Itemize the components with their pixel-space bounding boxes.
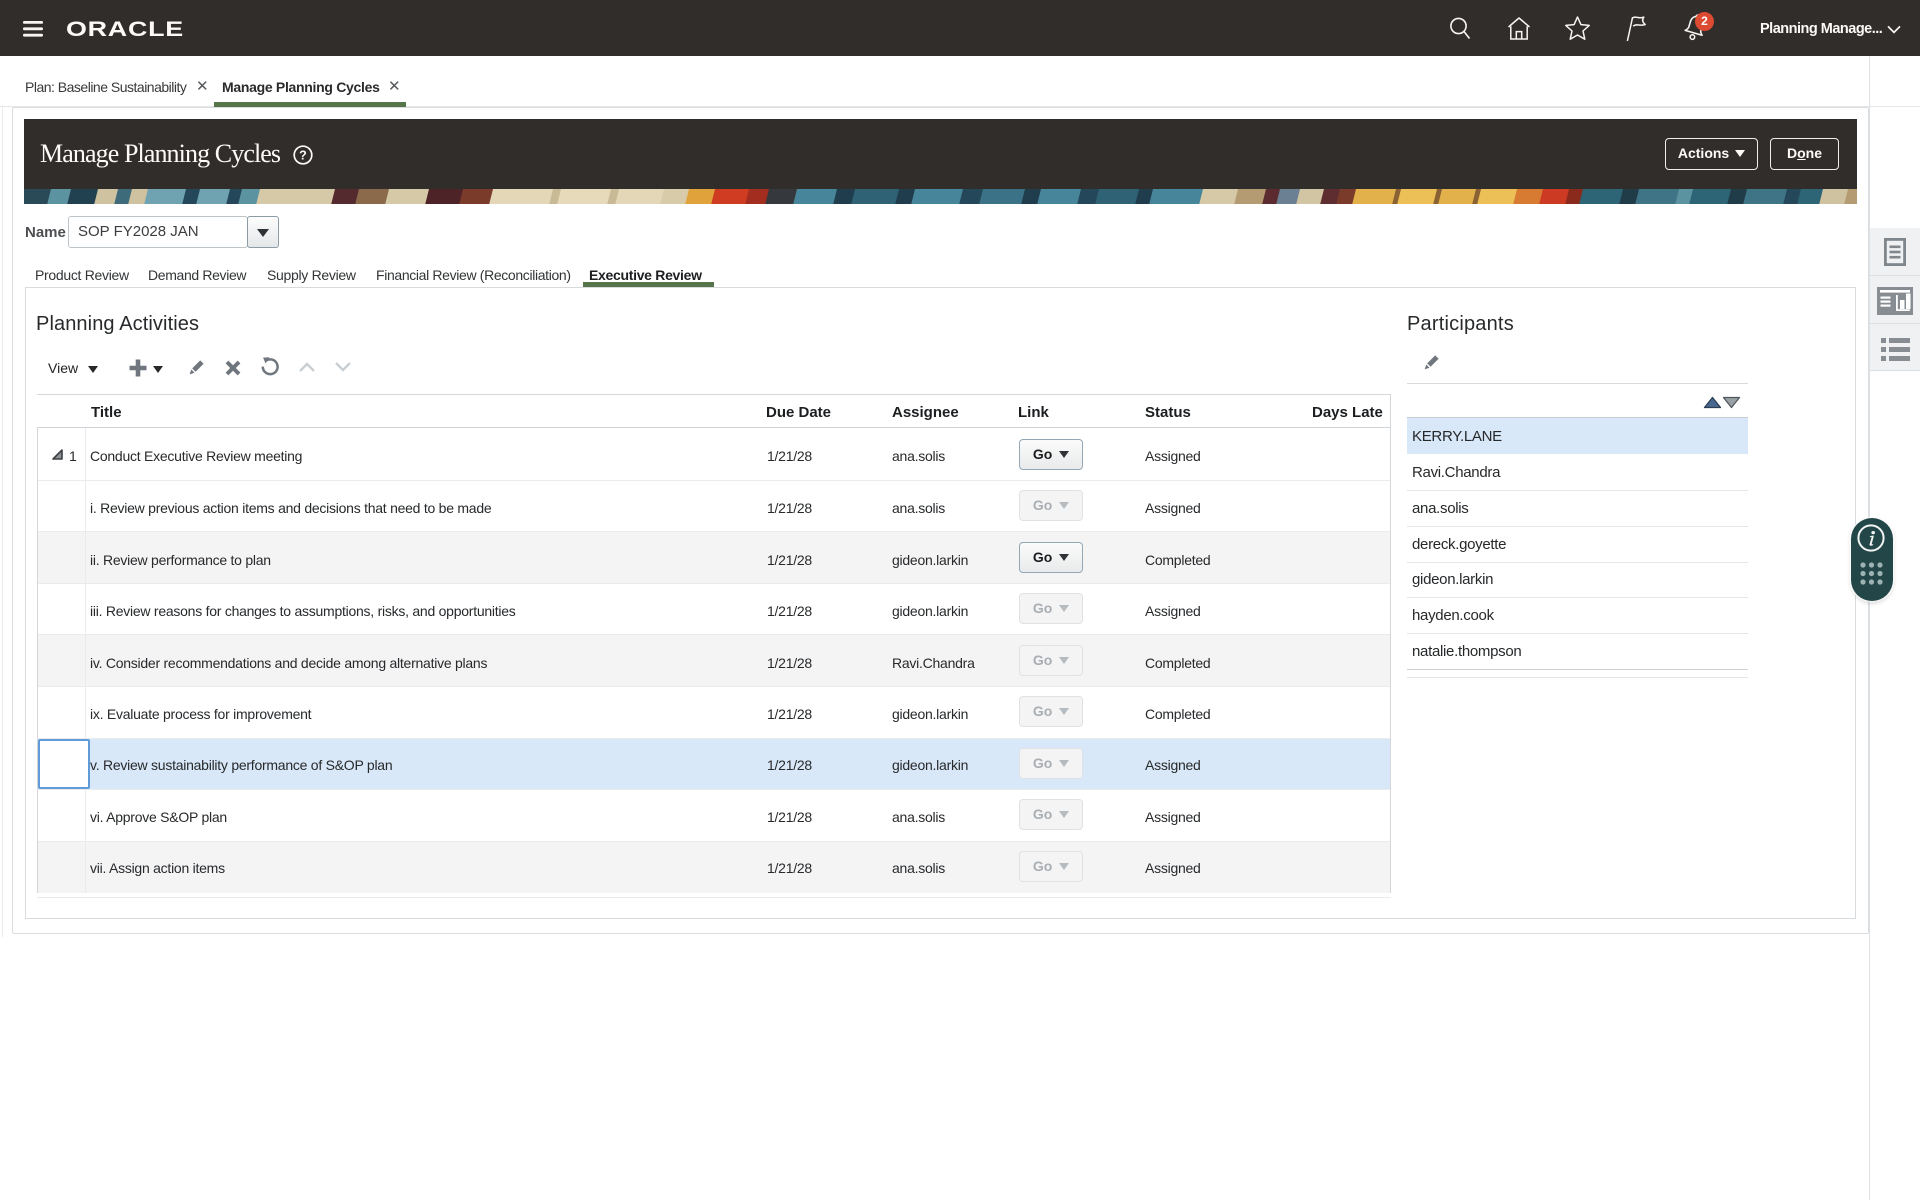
svg-text:?: ? <box>299 149 307 163</box>
